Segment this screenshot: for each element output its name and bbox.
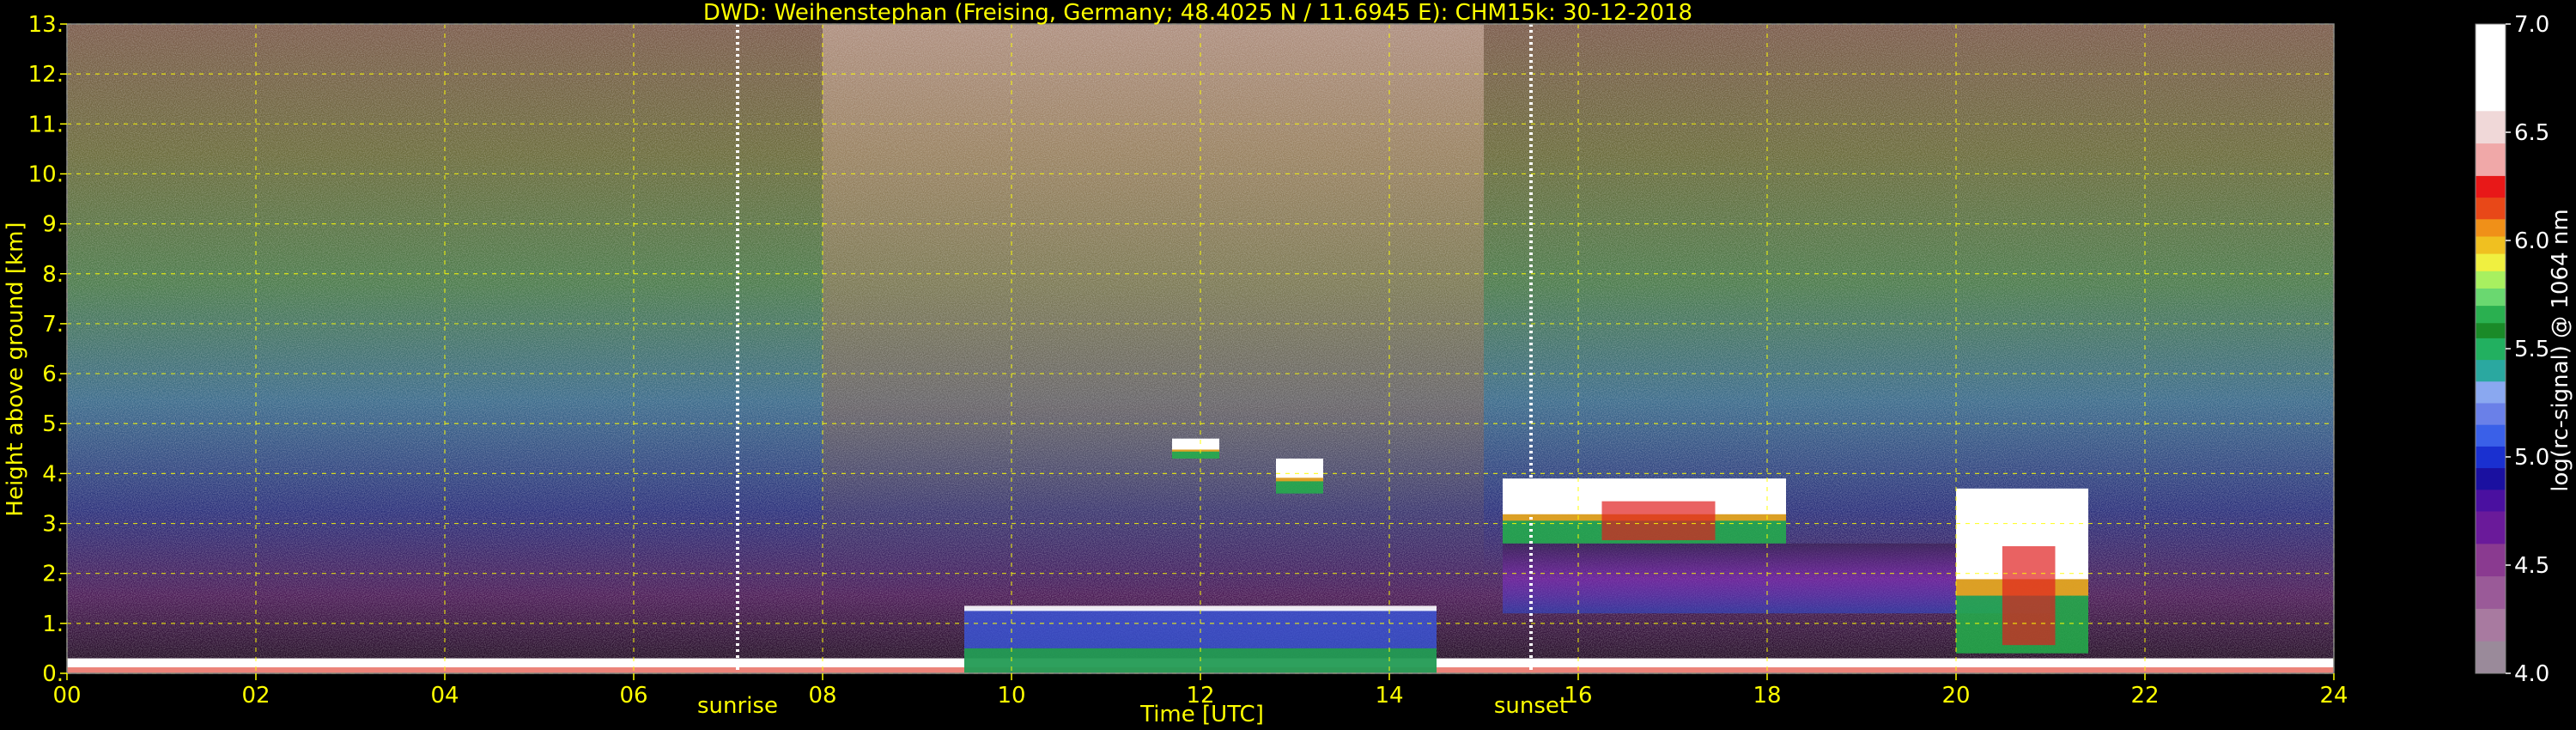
- colorbar-segment: [2476, 511, 2506, 544]
- y-tick-label: 10.: [28, 161, 64, 187]
- colorbar-segment: [2476, 359, 2506, 382]
- colorbar-tick-label: 4.5: [2514, 553, 2549, 579]
- colorbar-tick-label: 5.0: [2514, 445, 2549, 471]
- x-tick-label: 02: [241, 683, 270, 709]
- x-tick-label: 20: [1941, 683, 1970, 709]
- colorbar-tick-label: 6.0: [2514, 228, 2549, 254]
- colorbar-segment: [2476, 446, 2506, 469]
- x-tick-label: 10: [997, 683, 1025, 709]
- colorbar-segment: [2476, 271, 2506, 289]
- colorbar-segment: [2476, 143, 2506, 176]
- colorbar-segment: [2476, 288, 2506, 307]
- colorbar-segment: [2476, 608, 2506, 642]
- y-tick-label: 3.: [42, 512, 64, 538]
- y-tick-label: 13.: [28, 12, 64, 38]
- y-tick-label: 9.: [42, 212, 64, 238]
- x-tick-label: 22: [2130, 683, 2159, 709]
- y-tick-label: 8.: [42, 262, 64, 288]
- x-tick-label: 08: [808, 683, 836, 709]
- ceilometer-chart: sunrise sunset 00 02 04 06 08 10 12 14 16 18 20 22 24…: [3, 0, 2573, 727]
- cloud-core: [1601, 501, 1716, 541]
- x-tick-label: 06: [619, 683, 647, 709]
- y-tick-label: 1.: [42, 611, 64, 637]
- colorbar-segment: [2476, 380, 2506, 404]
- colorbar-segment: [2476, 543, 2506, 577]
- x-tick-label: 14: [1375, 683, 1403, 709]
- y-tick-label: 6.: [42, 362, 64, 387]
- colorbar-segment: [2476, 467, 2506, 490]
- colorbar-ticks: 4.0 4.5 5.0 5.5 6.0 6.5 7.0: [2506, 12, 2549, 687]
- y-tick-label: 5.: [42, 411, 64, 437]
- colorbar-tick-label: 5.5: [2514, 337, 2549, 362]
- cloud-core: [1276, 458, 1323, 478]
- y-axis-ticks: 0. 1. 2. 3. 4. 5. 6. 7. 8. 9. 10. 11. 12. 13.: [28, 12, 67, 687]
- y-tick-label: 2.: [42, 562, 64, 587]
- x-tick-label: 24: [2319, 683, 2348, 709]
- y-tick-label: 4.: [42, 461, 64, 487]
- colorbar-label: log(rc-signal) @ 1064 nm: [2548, 209, 2573, 491]
- y-tick-label: 7.: [42, 312, 64, 338]
- x-tick-label: 16: [1564, 683, 1592, 709]
- colorbar-tick-label: 4.0: [2514, 661, 2549, 687]
- colorbar-tick-label: 7.0: [2514, 12, 2549, 38]
- colorbar-segment: [2476, 641, 2506, 674]
- colorbar-segment: [2476, 489, 2506, 512]
- colorbar-segment: [2476, 197, 2506, 220]
- colorbar-segment: [2476, 424, 2506, 447]
- cloud-core: [2002, 545, 2056, 646]
- y-tick-label: 11.: [28, 112, 64, 137]
- sun-marker-label: sunset: [1494, 693, 1568, 719]
- x-tick-label: 18: [1753, 683, 1781, 709]
- colorbar: [2475, 23, 2506, 674]
- sun-marker-label: sunrise: [697, 693, 778, 719]
- colorbar-segment: [2476, 403, 2506, 425]
- x-tick-label: 04: [430, 683, 459, 709]
- y-tick-label: 12.: [28, 62, 64, 88]
- x-axis-label: Time [UTC]: [1139, 702, 1264, 727]
- chart-title: DWD: Weihenstephan (Freising, Germany; 4…: [703, 0, 1692, 26]
- colorbar-segment: [2476, 575, 2506, 609]
- colorbar-tick-label: 6.5: [2514, 120, 2549, 146]
- colorbar-segment: [2476, 218, 2506, 237]
- colorbar-segment: [2476, 24, 2506, 112]
- colorbar-segment: [2476, 338, 2506, 361]
- y-tick-label: 0.: [42, 661, 64, 687]
- colorbar-segment: [2476, 175, 2506, 198]
- colorbar-segment: [2476, 235, 2506, 254]
- colorbar-segment: [2476, 322, 2506, 338]
- y-axis-label: Height above ground [km]: [3, 222, 28, 516]
- colorbar-segment: [2476, 305, 2506, 324]
- cloud-core: [1172, 438, 1219, 450]
- colorbar-segment: [2476, 110, 2506, 144]
- colorbar-segment: [2476, 253, 2506, 271]
